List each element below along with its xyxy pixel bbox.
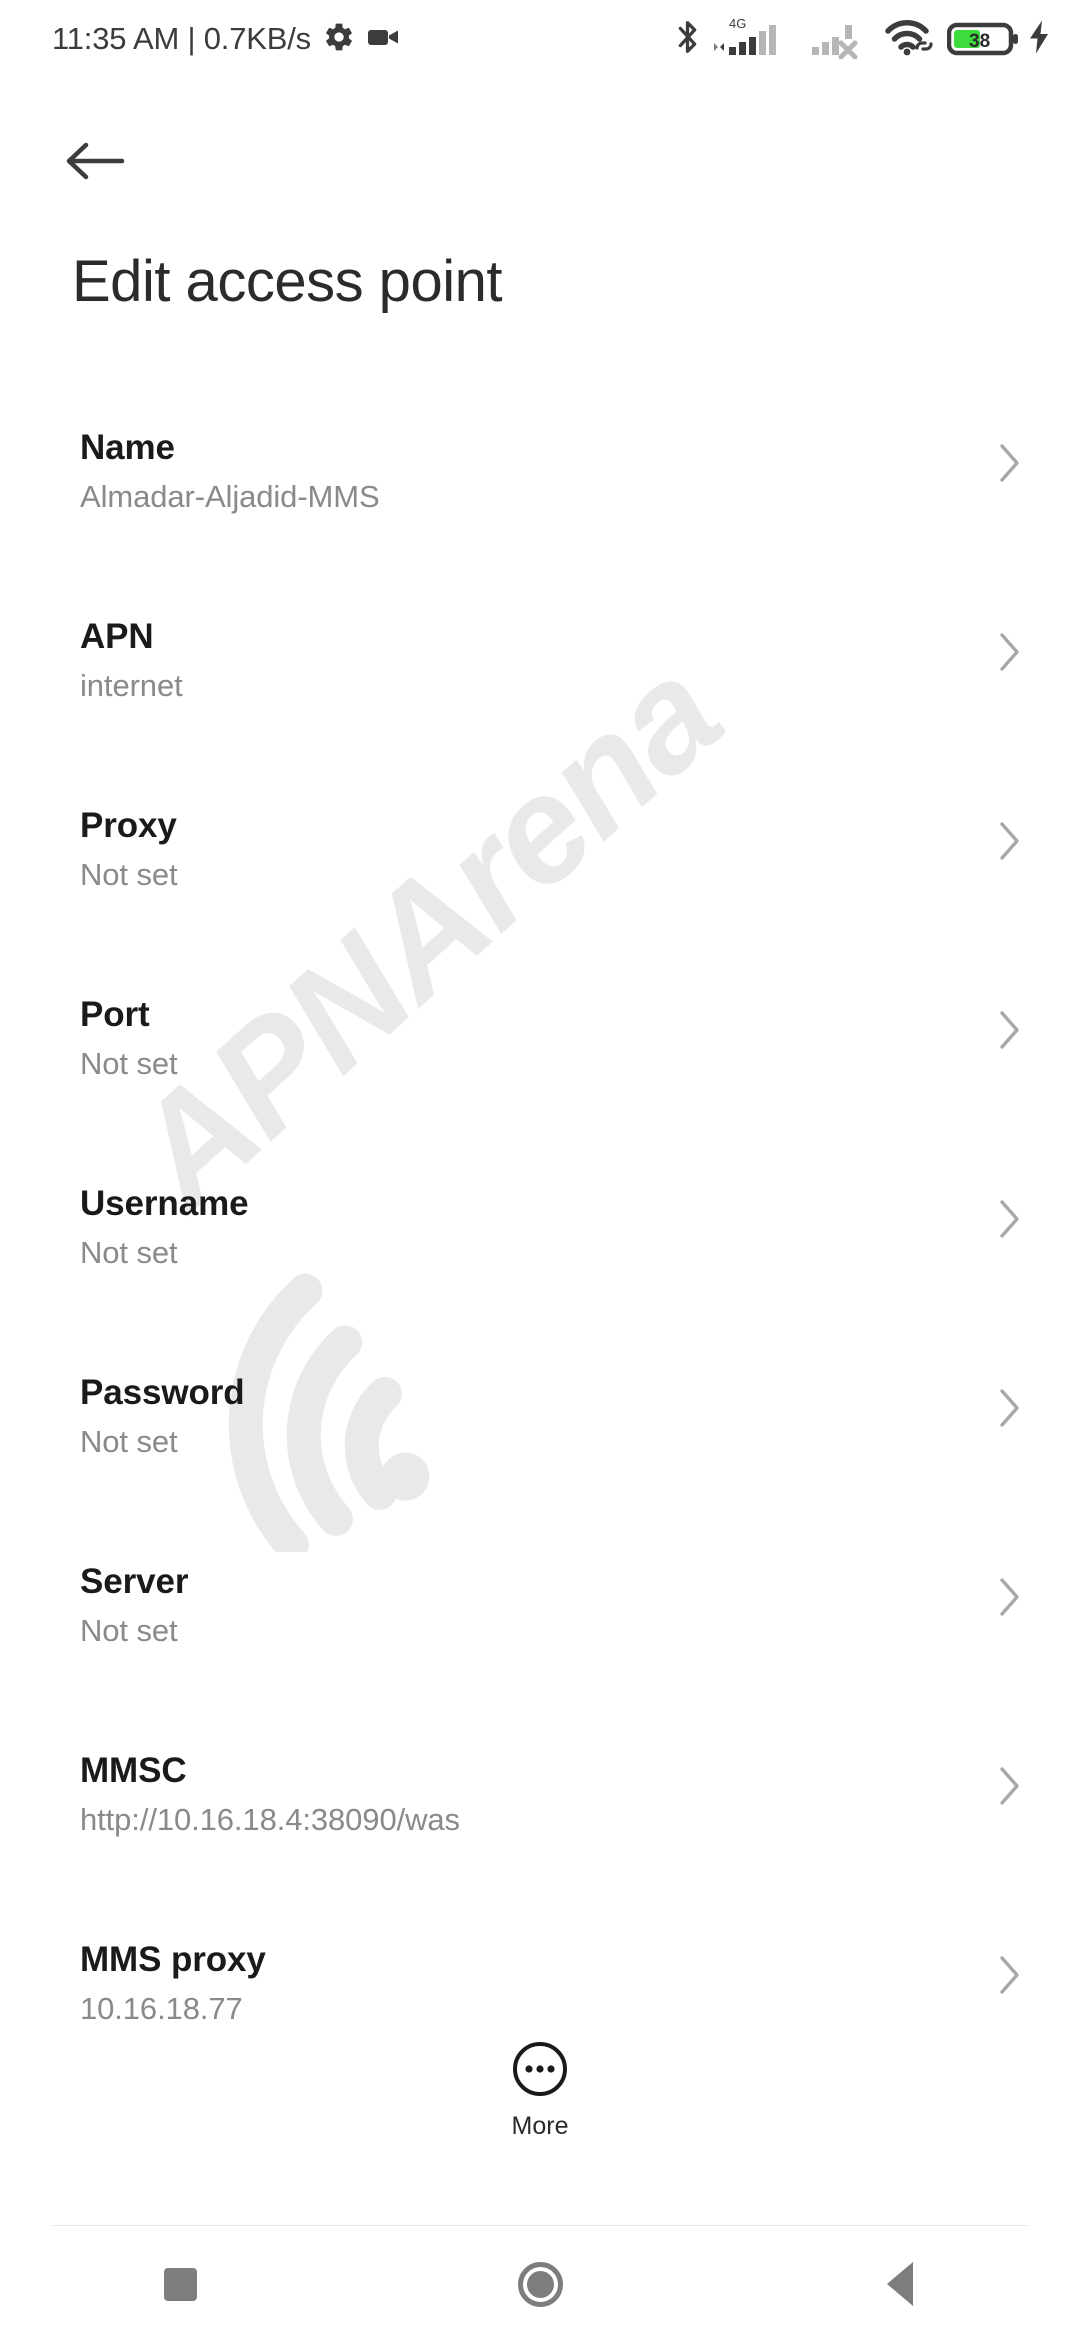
list-item-server[interactable]: Server Not set (0, 1534, 1080, 1723)
list-item-value: Not set (80, 856, 178, 892)
list-item-value: internet (80, 667, 183, 703)
nav-bar-divider (52, 2225, 1028, 2226)
triangle-back-icon (887, 2262, 913, 2306)
clock-and-network-speed: 11:35 AM | 0.7KB/s (52, 21, 311, 56)
chevron-right-icon (998, 1954, 1022, 2001)
list-item-label: Server (80, 1562, 189, 1601)
square-recents-icon (163, 2267, 197, 2301)
bluetooth-icon (674, 17, 701, 62)
list-item-value: Not set (80, 1234, 178, 1270)
list-item-label: Port (80, 995, 150, 1034)
video-camera-icon (367, 22, 401, 57)
nav-home-button[interactable] (360, 2228, 720, 2340)
battery-percent-text: 38 (969, 31, 990, 52)
list-item-value: Not set (80, 1423, 178, 1459)
list-item-label: APN (80, 617, 154, 656)
list-item-value: Not set (80, 1045, 178, 1081)
list-item-label: Username (80, 1184, 249, 1223)
list-item-apn[interactable]: APN internet (0, 589, 1080, 778)
list-item-proxy[interactable]: Proxy Not set (0, 778, 1080, 967)
list-item-port[interactable]: Port Not set (0, 967, 1080, 1156)
chevron-right-icon (998, 442, 1022, 489)
charging-bolt-icon (1026, 19, 1052, 60)
list-item-value: Not set (80, 1612, 178, 1648)
page-title: Edit access point (72, 249, 502, 314)
wifi-icon (884, 16, 936, 63)
chevron-right-icon (998, 1765, 1022, 1812)
signal-bars-no-service-icon (811, 15, 873, 64)
nav-back-button[interactable] (720, 2228, 1080, 2340)
signal-bars-4g-icon: 4G (712, 15, 800, 64)
svg-text:4G: 4G (729, 16, 746, 31)
list-item-label: MMSC (80, 1751, 187, 1790)
chevron-right-icon (998, 1576, 1022, 1623)
arrow-left-icon (64, 137, 126, 190)
circle-home-icon (517, 2261, 563, 2307)
list-item-username[interactable]: Username Not set (0, 1156, 1080, 1345)
list-item-password[interactable]: Password Not set (0, 1345, 1080, 1534)
apn-settings-list: Name Almadar-Aljadid-MMS APN internet Pr… (0, 400, 1080, 2101)
link-icon (915, 40, 933, 51)
chevron-right-icon (998, 820, 1022, 867)
chevron-right-icon (998, 1387, 1022, 1434)
nav-recents-button[interactable] (0, 2228, 360, 2340)
ellipsis-circle-icon (511, 2040, 569, 2103)
list-item-mmsc[interactable]: MMSC http://10.16.18.4:38090/was (0, 1723, 1080, 1912)
system-navigation-bar (0, 2228, 1080, 2340)
gear-icon (323, 21, 355, 58)
list-item-value: 10.16.18.77 (80, 1990, 243, 2026)
more-button[interactable]: More (0, 2040, 1080, 2141)
list-item-label: Password (80, 1373, 245, 1412)
status-bar-left: 11:35 AM | 0.7KB/s (52, 21, 401, 58)
back-button[interactable] (50, 118, 140, 208)
list-item-label: Name (80, 428, 175, 467)
list-item-value: Almadar-Aljadid-MMS (80, 478, 380, 514)
list-item-value: http://10.16.18.4:38090/was (80, 1801, 460, 1837)
chevron-right-icon (998, 631, 1022, 678)
phone-screen: APNArena 11:35 AM | 0.7KB/s 4G 38 Edit a… (0, 0, 1080, 2340)
list-item-name[interactable]: Name Almadar-Aljadid-MMS (0, 400, 1080, 589)
battery-indicator: 38 (947, 19, 1052, 60)
list-item-label: MMS proxy (80, 1940, 266, 1979)
chevron-right-icon (998, 1009, 1022, 1056)
status-bar: 11:35 AM | 0.7KB/s 4G 38 (0, 0, 1080, 78)
status-bar-right: 4G 38 (674, 15, 1052, 64)
list-item-label: Proxy (80, 806, 177, 845)
chevron-right-icon (998, 1198, 1022, 1245)
more-button-label: More (511, 2112, 569, 2140)
